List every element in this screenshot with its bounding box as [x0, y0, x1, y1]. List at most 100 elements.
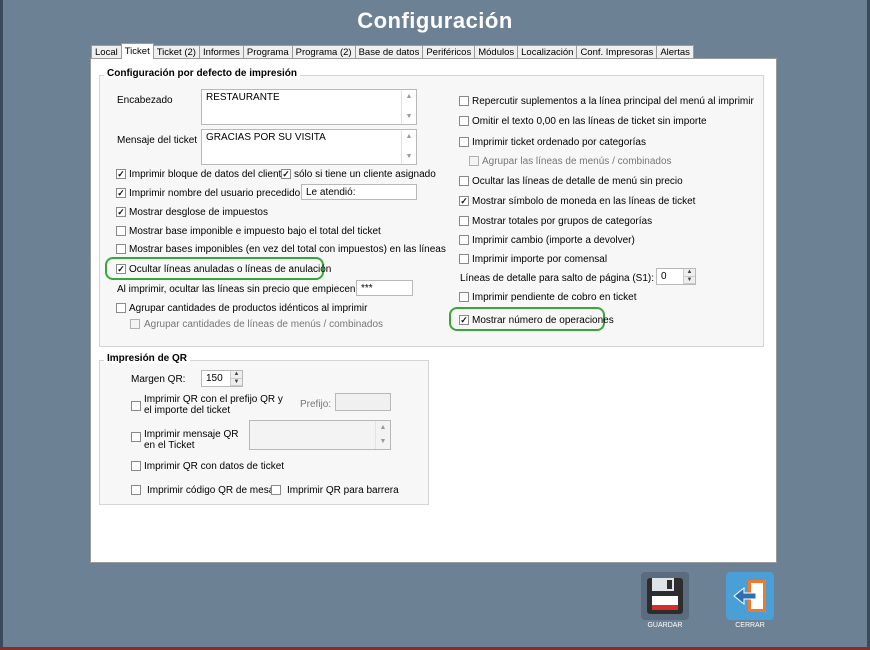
print-change-label: Imprimir cambio (importe a devolver)	[472, 235, 635, 246]
category-totals-checkbox[interactable]	[459, 216, 469, 226]
only-if-client-checkbox[interactable]	[281, 169, 291, 179]
scroll-down-icon[interactable]: ▼	[402, 111, 416, 123]
header-textarea[interactable]: RESTAURANTE ▲ ▼	[201, 89, 417, 125]
spin-up-icon[interactable]: ▲	[231, 371, 242, 379]
print-username-checkbox[interactable]	[116, 188, 126, 198]
operation-number-checkbox[interactable]	[459, 315, 469, 325]
hide-zero-prefix-input[interactable]: ***	[356, 280, 413, 296]
pending-payment-label: Imprimir pendiente de cobro en ticket	[472, 292, 637, 303]
per-diner-checkbox[interactable]	[459, 254, 469, 264]
hide-menu-detail-label: Ocultar las líneas de detalle de menú si…	[472, 176, 683, 187]
base-below-total-checkbox[interactable]	[116, 226, 126, 236]
hide-cancelled-checkbox[interactable]	[116, 264, 126, 274]
qr-barrier-checkbox[interactable]	[271, 485, 281, 495]
per-diner-label: Imprimir importe por comensal	[472, 254, 608, 265]
header-value: RESTAURANTE	[206, 92, 280, 103]
category-totals-label: Mostrar totales por grupos de categorías	[472, 216, 653, 227]
qr-margin-value: 150	[206, 373, 223, 384]
tab-panel-ticket: Configuración por defecto de impresión E…	[90, 58, 777, 563]
omit-zero-label: Omitir el texto 0,00 en las líneas de ti…	[472, 116, 707, 127]
operation-number-label: Mostrar número de operaciones	[472, 315, 614, 326]
group-menu-checkbox[interactable]	[469, 156, 479, 166]
group-identical-label: Agrupar cantidades de productos idéntico…	[129, 303, 368, 314]
save-button-label: GUARDAR	[647, 622, 683, 629]
floppy-disk-icon	[647, 578, 683, 614]
only-if-client-label: sólo si tiene un cliente asignado	[294, 169, 436, 180]
tax-breakdown-checkbox[interactable]	[116, 207, 126, 217]
qr-message-textarea[interactable]: ▲ ▼	[249, 420, 391, 450]
tab-base-de-datos[interactable]: Base de datos	[354, 45, 424, 59]
message-scrollbar[interactable]: ▲ ▼	[401, 130, 416, 164]
qr-prefix-input[interactable]	[335, 393, 391, 411]
tab-local[interactable]: Local	[91, 45, 122, 59]
qr-margin-spinner[interactable]: 150 ▲ ▼	[201, 370, 243, 387]
tab-ticket-2[interactable]: Ticket (2)	[152, 45, 200, 59]
page-break-spinner[interactable]: 0 ▲ ▼	[656, 268, 696, 285]
tab-alertas[interactable]: Alertas	[656, 45, 694, 59]
tab-localizacion[interactable]: Localización	[517, 45, 578, 59]
qr-legend: Impresión de QR	[104, 353, 191, 364]
qr-message-checkbox[interactable]	[131, 432, 141, 442]
by-category-checkbox[interactable]	[459, 137, 469, 147]
tab-informes[interactable]: Informes	[198, 45, 244, 59]
window-title: Configuración	[357, 8, 513, 33]
exit-door-icon	[733, 580, 766, 612]
qr-prefix-amount-label: Imprimir QR con el prefijo QR y el impor…	[144, 394, 283, 416]
spin-up-icon[interactable]: ▲	[684, 269, 695, 277]
print-client-block-label: Imprimir bloque de datos del cliente	[129, 169, 287, 180]
scroll-up-icon[interactable]: ▲	[402, 91, 416, 103]
window-frame-left	[0, 0, 3, 650]
header-label: Encabezado	[117, 95, 173, 106]
tab-modulos[interactable]: Módulos	[474, 45, 519, 59]
tab-programa[interactable]: Programa	[242, 45, 293, 59]
bases-in-lines-checkbox[interactable]	[116, 244, 126, 254]
qr-ticket-data-label: Imprimir QR con datos de ticket	[144, 461, 285, 472]
print-client-block-checkbox[interactable]	[116, 169, 126, 179]
omit-zero-checkbox[interactable]	[459, 116, 469, 126]
message-value: GRACIAS POR SU VISITA	[206, 132, 326, 143]
qr-ticket-data-checkbox[interactable]	[131, 461, 141, 471]
bases-in-lines-label: Mostrar bases imponibles (en vez del tot…	[129, 244, 446, 255]
hide-cancelled-label: Ocultar líneas anuladas o líneas de anul…	[129, 264, 332, 275]
qr-table-code-label: Imprimir código QR de mesa	[147, 485, 275, 496]
save-button[interactable]	[641, 572, 689, 620]
scroll-down-icon[interactable]: ▼	[402, 151, 416, 163]
qr-barrier-label: Imprimir QR para barrera	[287, 485, 399, 496]
group-menu-lines-checkbox[interactable]	[130, 319, 140, 329]
currency-symbol-checkbox[interactable]	[459, 196, 469, 206]
pending-payment-checkbox[interactable]	[459, 292, 469, 302]
username-prefix-input[interactable]: Le atendió:	[301, 184, 417, 200]
supplements-checkbox[interactable]	[459, 96, 469, 106]
hide-menu-detail-checkbox[interactable]	[459, 176, 469, 186]
tab-perifericos[interactable]: Periféricos	[422, 45, 476, 59]
close-button[interactable]	[726, 572, 774, 620]
tab-ticket[interactable]: Ticket	[120, 43, 154, 59]
tab-conf-impresoras[interactable]: Conf. Impresoras	[576, 45, 658, 59]
group-menu-label: Agrupar las líneas de menús / combinados	[482, 156, 672, 167]
message-label: Mensaje del ticket	[117, 135, 198, 146]
hide-zero-prefix-label: Al imprimir, ocultar las líneas sin prec…	[117, 284, 376, 295]
message-textarea[interactable]: GRACIAS POR SU VISITA ▲ ▼	[201, 129, 417, 165]
close-button-label: CERRAR	[735, 622, 765, 629]
print-defaults-legend: Configuración por defecto de impresión	[104, 68, 301, 79]
scroll-down-icon[interactable]: ▼	[376, 436, 390, 448]
group-identical-checkbox[interactable]	[116, 303, 126, 313]
qr-message-scrollbar[interactable]: ▲ ▼	[375, 421, 390, 449]
qr-table-code-checkbox[interactable]	[131, 485, 141, 495]
tab-programa-2[interactable]: Programa (2)	[291, 45, 356, 59]
spin-down-icon[interactable]: ▼	[231, 378, 242, 386]
page-break-label: Líneas de detalle para salto de página (…	[460, 273, 655, 284]
group-menu-lines-label: Agrupar cantidades de líneas de menús / …	[144, 319, 384, 330]
header-scrollbar[interactable]: ▲ ▼	[401, 90, 416, 124]
qr-message-label: Imprimir mensaje QR en el Ticket	[144, 429, 239, 451]
scroll-up-icon[interactable]: ▲	[376, 422, 390, 434]
spin-down-icon[interactable]: ▼	[684, 276, 695, 284]
print-change-checkbox[interactable]	[459, 235, 469, 245]
currency-symbol-label: Mostrar símbolo de moneda en las líneas …	[472, 196, 696, 207]
tax-breakdown-label: Mostrar desglose de impuestos	[129, 207, 268, 218]
scroll-up-icon[interactable]: ▲	[402, 131, 416, 143]
print-username-label: Imprimir nombre del usuario precedido de…	[129, 188, 317, 199]
qr-prefix-label: Prefijo:	[300, 399, 332, 410]
by-category-label: Imprimir ticket ordenado por categorías	[472, 137, 646, 148]
qr-prefix-amount-checkbox[interactable]	[131, 401, 141, 411]
